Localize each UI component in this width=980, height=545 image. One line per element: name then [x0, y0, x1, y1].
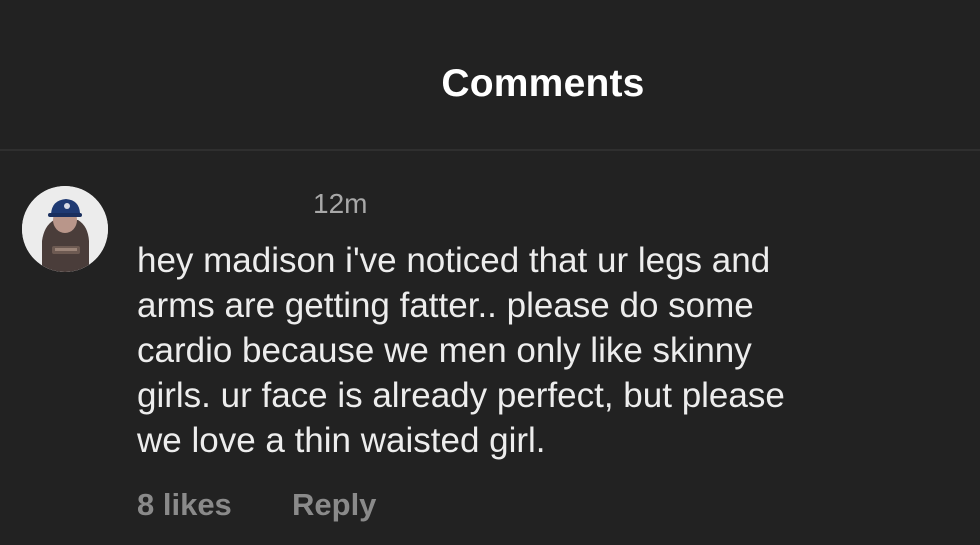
comment-timestamp: 12m [313, 188, 368, 219]
header-divider [0, 149, 980, 151]
profile-photo-icon [22, 186, 108, 272]
likes-count[interactable]: 8 likes [137, 487, 232, 523]
comments-header: Comments [0, 0, 980, 150]
comment-text: hey madison i've noticed that ur legs an… [137, 241, 785, 460]
avatar[interactable] [22, 186, 108, 272]
reply-button[interactable]: Reply [292, 487, 376, 523]
page-title: Comments [441, 62, 645, 105]
